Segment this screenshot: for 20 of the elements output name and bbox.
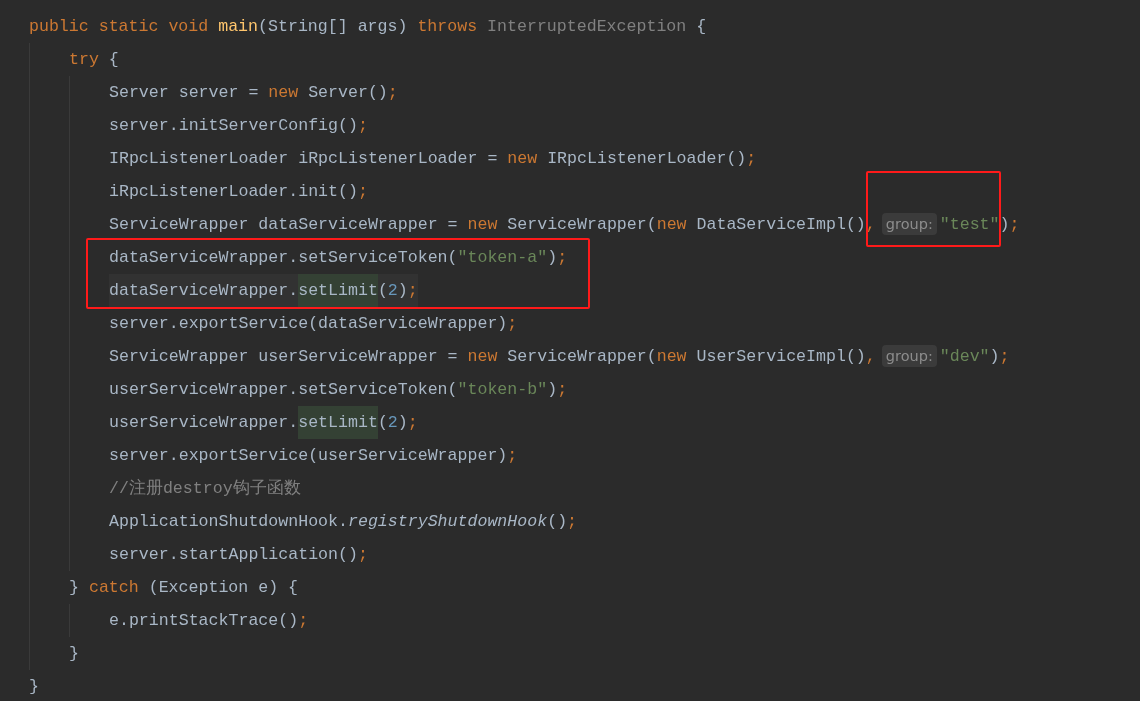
code-line: server.initServerConfig(); xyxy=(109,115,368,137)
code-line: //注册destroy钩子函数 xyxy=(109,478,301,500)
code-line: public static void main(String[] args) throws InterruptedException { xyxy=(29,16,707,38)
code-line: iRpcListenerLoader.init(); xyxy=(109,181,368,203)
code-line: try { xyxy=(69,49,119,71)
code-line: userServiceWrapper.setServiceToken("token-b"); xyxy=(109,379,568,401)
code-line: dataServiceWrapper.setServiceToken("token-a"); xyxy=(109,247,568,269)
code-line: } xyxy=(29,676,39,698)
code-line: ServiceWrapper dataServiceWrapper = new ServiceWrapper(new DataServiceImpl(), group: "test"); xyxy=(109,208,1020,241)
code-line: } xyxy=(69,643,79,665)
code-line: server.startApplication(); xyxy=(109,544,368,566)
code-line: ServiceWrapper userServiceWrapper = new ServiceWrapper(new UserServiceImpl(), group: "dev"); xyxy=(109,344,1010,369)
code-line: } catch (Exception e) { xyxy=(69,577,299,599)
code-line: server.exportService(dataServiceWrapper); xyxy=(109,313,518,335)
code-line: IRpcListenerLoader iRpcListenerLoader = new IRpcListenerLoader(); xyxy=(109,148,757,170)
code-line: userServiceWrapper.setLimit(2); xyxy=(109,406,418,439)
code-line: server.exportService(userServiceWrapper); xyxy=(109,445,518,467)
code-line: e.printStackTrace(); xyxy=(109,610,309,632)
code-line: Server server = new Server(); xyxy=(109,82,398,104)
code-line: ApplicationShutdownHook.registryShutdownHook(); xyxy=(109,511,578,533)
